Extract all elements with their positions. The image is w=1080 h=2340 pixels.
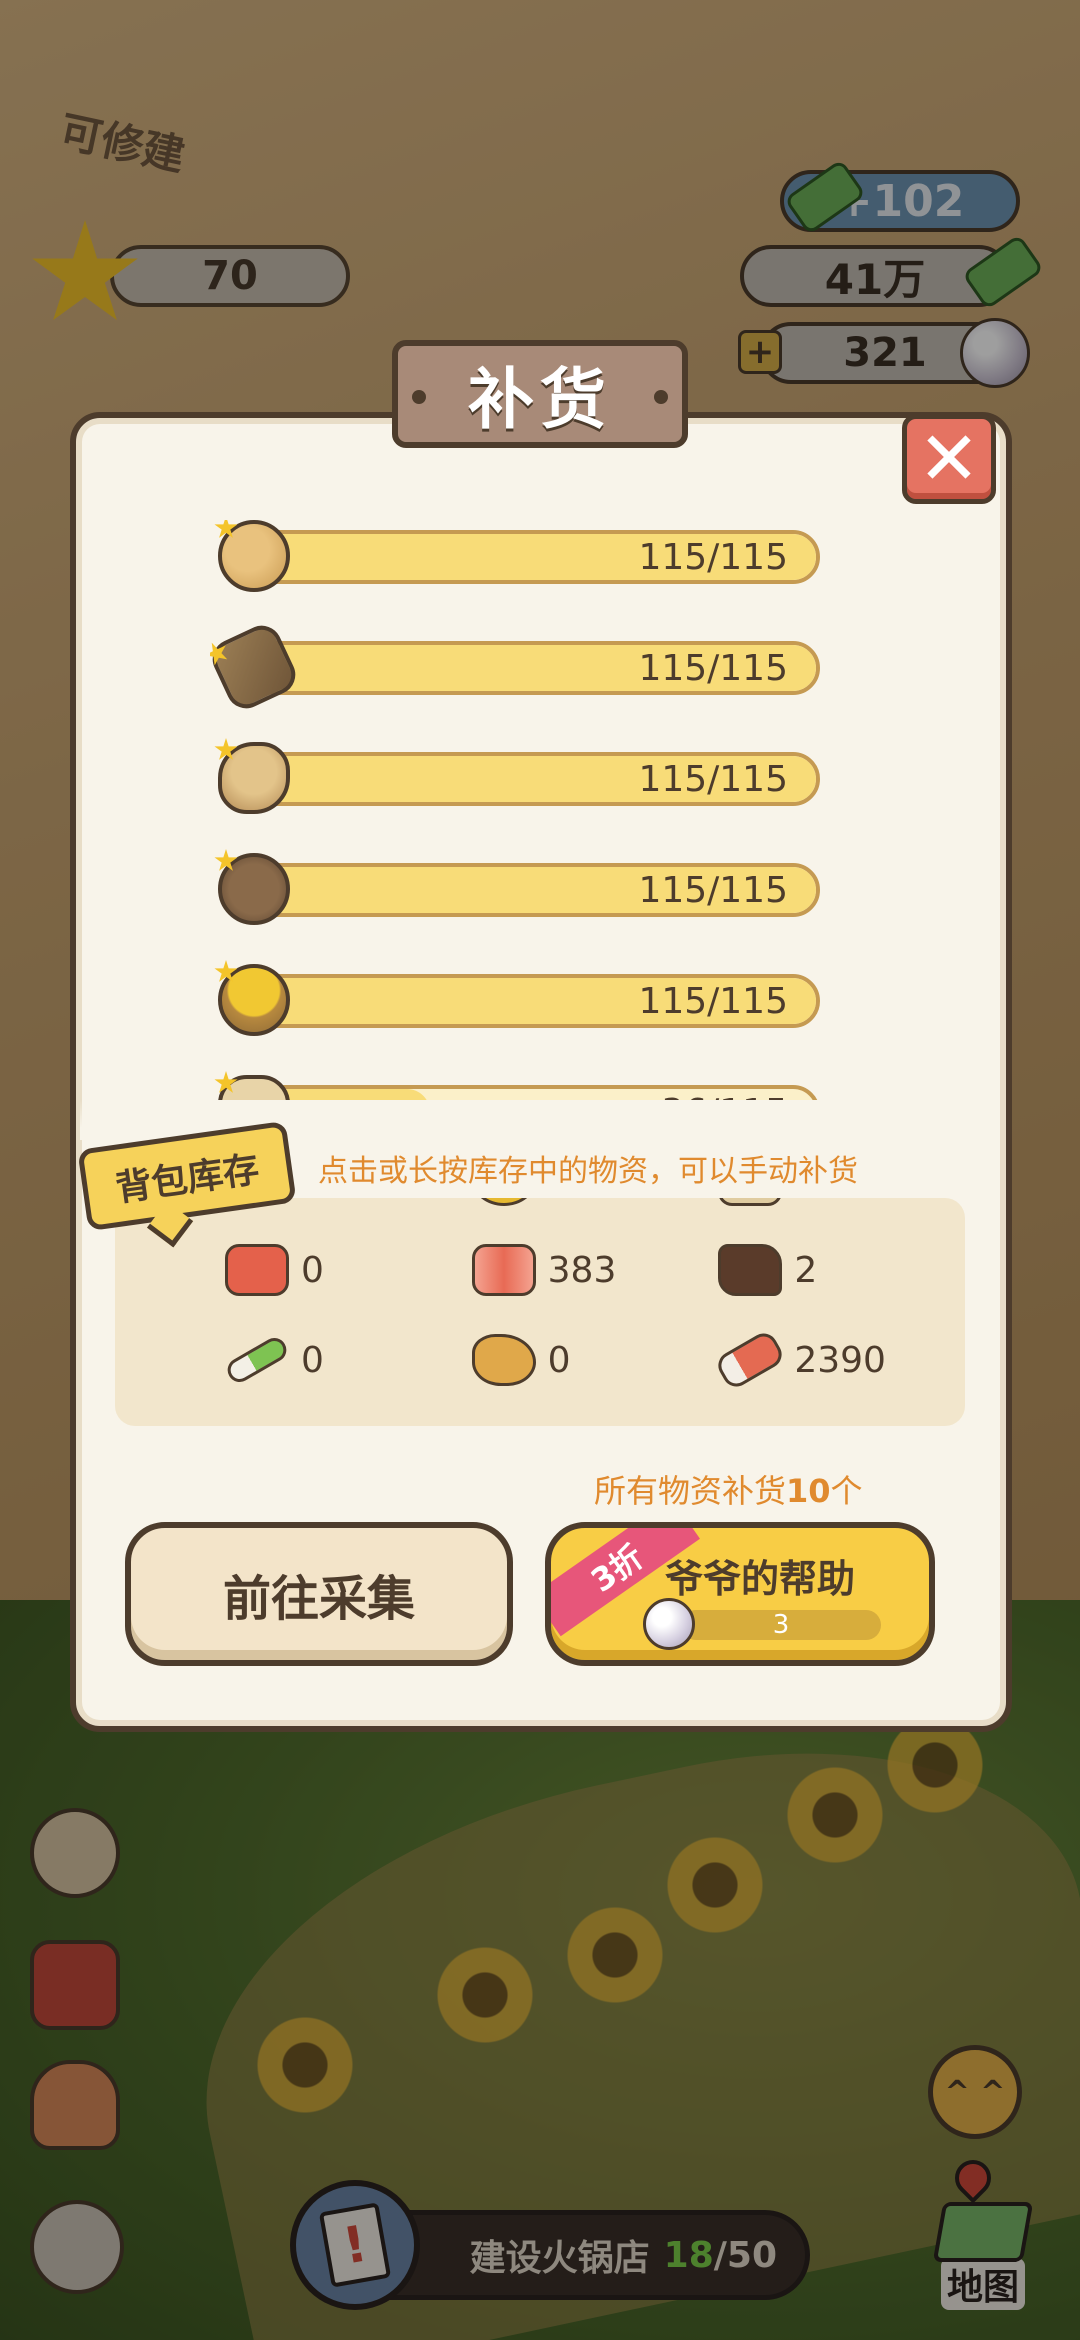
inventory-count: 0 bbox=[794, 1198, 817, 1201]
pork-belly-icon bbox=[471, 1244, 536, 1296]
pearl-icon bbox=[643, 1598, 695, 1650]
inventory-count: 295 bbox=[548, 1198, 617, 1201]
stock-count: 115/115 bbox=[638, 647, 788, 689]
help-button-label: 爷爷的帮助 bbox=[664, 1557, 855, 1601]
inventory-count: 2390 bbox=[794, 1339, 886, 1381]
backpack-inventory[interactable]: 295 295 0 0 383 2 0 0 2390 bbox=[115, 1198, 965, 1426]
restock-row[interactable]: 115/115 bbox=[210, 960, 850, 1075]
inventory-item[interactable]: 295 bbox=[471, 1198, 719, 1212]
stock-bar: 115/115 bbox=[250, 530, 820, 584]
stock-count: 115/115 bbox=[638, 536, 788, 578]
stock-count: 115/115 bbox=[638, 758, 788, 800]
inventory-item[interactable]: 2390 bbox=[713, 1328, 965, 1392]
stock-bar: 36/115 bbox=[250, 1085, 820, 1100]
star-icon bbox=[214, 960, 238, 982]
inventory-item[interactable]: 0 bbox=[223, 1328, 472, 1392]
inventory-count: 2 bbox=[794, 1249, 818, 1291]
stock-count: 36/115 bbox=[661, 1089, 788, 1101]
star-icon bbox=[210, 638, 233, 670]
ginger-icon bbox=[471, 1334, 536, 1386]
yam-icon bbox=[210, 619, 302, 715]
inventory-grid: 295 295 0 0 383 2 0 0 2390 bbox=[115, 1198, 965, 1392]
restock-row[interactable]: 36/115 bbox=[210, 1071, 850, 1100]
restock-row[interactable]: 115/115 bbox=[210, 849, 850, 964]
scallion-icon bbox=[223, 1333, 291, 1387]
inventory-item[interactable]: 2 bbox=[718, 1238, 965, 1302]
restock-list[interactable]: 115/115 115/115 115/115 115/115 115/115 36/11… bbox=[210, 520, 850, 1100]
restock-row[interactable]: 115/115 bbox=[210, 738, 850, 853]
stock-bar: 115/115 bbox=[250, 752, 820, 806]
star-icon bbox=[214, 849, 238, 871]
inventory-count: 383 bbox=[547, 1249, 617, 1291]
help-cost: 3 bbox=[681, 1610, 881, 1640]
taro-icon bbox=[214, 849, 290, 925]
star-icon bbox=[214, 1071, 238, 1093]
stock-count: 115/115 bbox=[638, 869, 788, 911]
corn-bowl-icon bbox=[471, 1198, 536, 1206]
meat-bone-icon bbox=[713, 1328, 788, 1392]
restock-all-prefix: 所有物资补货 bbox=[594, 1472, 787, 1510]
meat-slice-icon bbox=[225, 1244, 289, 1296]
inventory-count: 0 bbox=[547, 1339, 571, 1381]
inventory-item[interactable]: 383 bbox=[471, 1238, 719, 1302]
ginseng-icon bbox=[214, 1071, 290, 1100]
restock-all-suffix: 个 bbox=[830, 1472, 863, 1510]
stock-bar: 115/115 bbox=[250, 974, 820, 1028]
jerky-icon bbox=[718, 1244, 783, 1296]
corn-bowl-icon bbox=[214, 960, 290, 1036]
star-icon bbox=[214, 738, 238, 760]
inventory-count: 0 bbox=[301, 1339, 324, 1381]
close-button[interactable]: ✕ bbox=[902, 414, 996, 504]
dialog-title: 补货 bbox=[392, 340, 688, 448]
root-vegetable-icon bbox=[214, 738, 290, 814]
restock-row[interactable]: 115/115 bbox=[210, 520, 850, 631]
inventory-item[interactable]: 0 bbox=[718, 1198, 965, 1212]
inventory-count: 295 bbox=[301, 1198, 370, 1201]
restock-all-note: 所有物资补货10个 bbox=[594, 1466, 863, 1512]
stock-count: 115/115 bbox=[638, 980, 788, 1022]
stock-bar: 115/115 bbox=[250, 863, 820, 917]
go-gather-button[interactable]: 前往采集 bbox=[125, 1522, 513, 1666]
root-vegetable-icon bbox=[718, 1198, 783, 1206]
stock-bar: 115/115 bbox=[250, 641, 820, 695]
potato-icon bbox=[214, 520, 290, 592]
restock-hint: 点击或长按库存中的物资，可以手动补货 bbox=[318, 1154, 858, 1189]
inventory-count: 0 bbox=[301, 1249, 324, 1291]
restock-row[interactable]: 115/115 bbox=[210, 619, 850, 742]
star-icon bbox=[214, 520, 238, 538]
grandpa-help-button[interactable]: 3折 爷爷的帮助 3 bbox=[545, 1522, 935, 1666]
restock-all-count: 10 bbox=[786, 1472, 831, 1510]
inventory-item[interactable]: 0 bbox=[225, 1238, 472, 1302]
inventory-item[interactable]: 0 bbox=[471, 1328, 719, 1392]
